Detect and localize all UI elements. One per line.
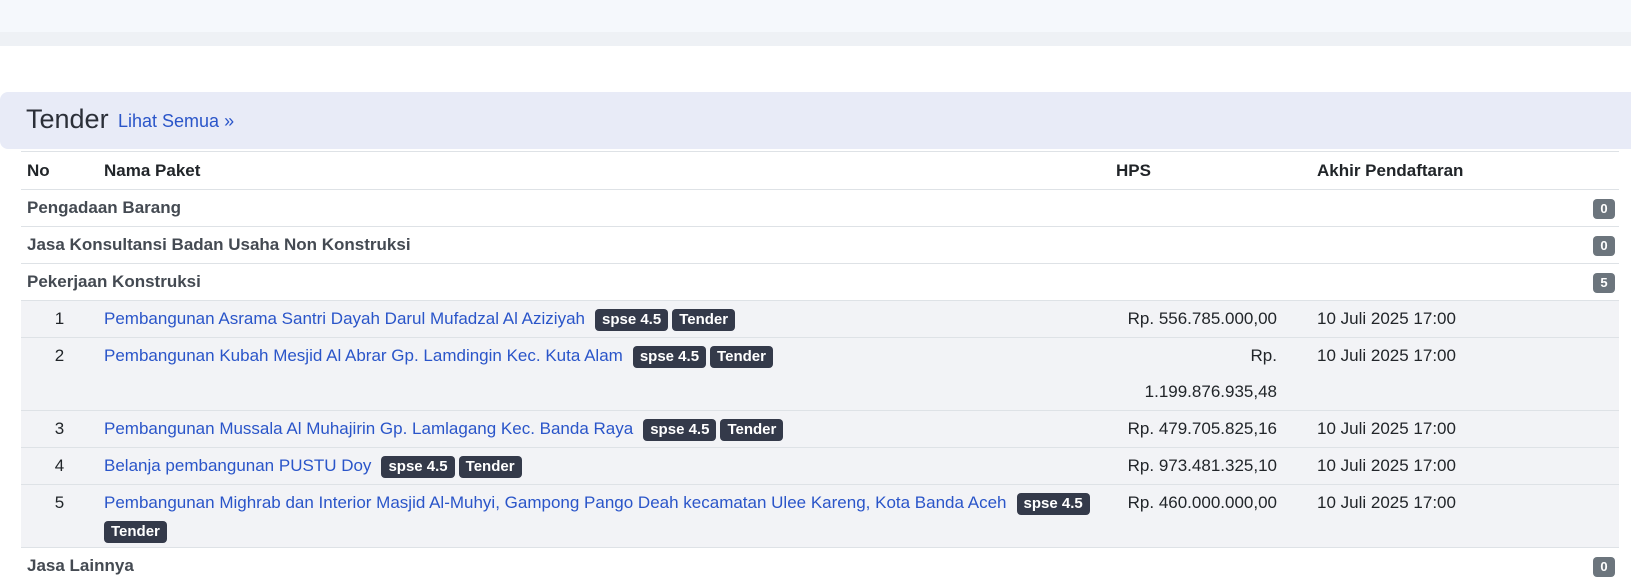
group-label: Jasa Lainnya — [21, 548, 1311, 584]
spse-badge: spse 4.5 — [595, 309, 668, 331]
tender-badge: Tender — [720, 419, 783, 441]
header-hps: HPS — [1110, 152, 1311, 190]
group-row: Jasa Konsultansi Badan Usaha Non Konstru… — [21, 227, 1619, 264]
hps-value: Rp. 1.199.876.935,48 — [1110, 338, 1311, 411]
tender-badge: Tender — [104, 521, 167, 543]
hps-value: Rp. 973.481.325,10 — [1110, 448, 1311, 485]
spse-badge: spse 4.5 — [633, 346, 706, 368]
header-deadline: Akhir Pendaftaran — [1311, 152, 1619, 190]
deadline-value: 10 Juli 2025 17:00 — [1311, 485, 1619, 548]
tender-badge: Tender — [710, 346, 773, 368]
count-badge: 0 — [1593, 199, 1615, 219]
spse-badge: spse 4.5 — [381, 456, 454, 478]
hps-value: Rp. 479.705.825,16 — [1110, 411, 1311, 448]
spse-badge: spse 4.5 — [1017, 493, 1090, 515]
row-number: 2 — [21, 338, 98, 411]
see-all-link[interactable]: Lihat Semua » — [118, 109, 234, 133]
hps-value: Rp. 556.785.000,00 — [1110, 301, 1311, 338]
group-label: Pengadaan Barang — [21, 190, 1311, 227]
header-name: Nama Paket — [98, 152, 1110, 190]
header-no: No — [21, 152, 98, 190]
package-link[interactable]: Pembangunan Mussala Al Muhajirin Gp. Lam… — [104, 419, 633, 438]
row-number: 4 — [21, 448, 98, 485]
spse-badge: spse 4.5 — [643, 419, 716, 441]
package-cell: Pembangunan Kubah Mesjid Al Abrar Gp. La… — [98, 338, 1110, 411]
package-link[interactable]: Belanja pembangunan PUSTU Doy — [104, 456, 371, 475]
top-navbar — [0, 0, 1631, 32]
deadline-value: 10 Juli 2025 17:00 — [1311, 301, 1619, 338]
count-badge: 0 — [1593, 236, 1615, 256]
package-link[interactable]: Pembangunan Kubah Mesjid Al Abrar Gp. La… — [104, 346, 623, 365]
package-cell: Pembangunan Mighrab dan Interior Masjid … — [98, 485, 1110, 548]
tender-panel-header: Tender Lihat Semua » — [0, 92, 1631, 149]
hps-value: Rp. 460.000.000,00 — [1110, 485, 1311, 548]
tender-badge: Tender — [459, 456, 522, 478]
table-row: 2 Pembangunan Kubah Mesjid Al Abrar Gp. … — [21, 338, 1619, 411]
group-row: Jasa Lainnya 0 — [21, 548, 1619, 584]
row-number: 1 — [21, 301, 98, 338]
count-badge: 5 — [1593, 273, 1615, 293]
deadline-value: 10 Juli 2025 17:00 — [1311, 338, 1619, 411]
deadline-value: 10 Juli 2025 17:00 — [1311, 448, 1619, 485]
package-link[interactable]: Pembangunan Asrama Santri Dayah Darul Mu… — [104, 309, 585, 328]
row-number: 3 — [21, 411, 98, 448]
group-label: Jasa Konsultansi Badan Usaha Non Konstru… — [21, 227, 1311, 264]
group-row: Pengadaan Barang 0 — [21, 190, 1619, 227]
deadline-value: 10 Juli 2025 17:00 — [1311, 411, 1619, 448]
tender-table: No Nama Paket HPS Akhir Pendaftaran Peng… — [21, 151, 1619, 584]
package-cell: Belanja pembangunan PUSTU Doy spse 4.5Ten… — [98, 448, 1110, 485]
table-row: 5 Pembangunan Mighrab dan Interior Masji… — [21, 485, 1619, 548]
tender-badge: Tender — [672, 309, 735, 331]
panel-title: Tender — [26, 101, 109, 137]
package-cell: Pembangunan Mussala Al Muhajirin Gp. Lam… — [98, 411, 1110, 448]
navbar-divider — [0, 32, 1631, 46]
table-header-row: No Nama Paket HPS Akhir Pendaftaran — [21, 152, 1619, 190]
table-row: 4 Belanja pembangunan PUSTU Doy spse 4.5T… — [21, 448, 1619, 485]
group-label: Pekerjaan Konstruksi — [21, 264, 1311, 301]
count-badge: 0 — [1593, 557, 1615, 577]
package-cell: Pembangunan Asrama Santri Dayah Darul Mu… — [98, 301, 1110, 338]
package-link[interactable]: Pembangunan Mighrab dan Interior Masjid … — [104, 493, 1007, 512]
row-number: 5 — [21, 485, 98, 548]
group-row: Pekerjaan Konstruksi 5 — [21, 264, 1619, 301]
table-row: 1 Pembangunan Asrama Santri Dayah Darul … — [21, 301, 1619, 338]
table-row: 3 Pembangunan Mussala Al Muhajirin Gp. L… — [21, 411, 1619, 448]
